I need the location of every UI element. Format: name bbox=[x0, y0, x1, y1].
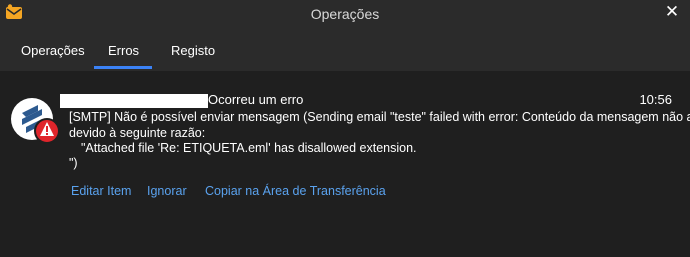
redacted-sender bbox=[60, 94, 208, 108]
window-title: Operações bbox=[310, 6, 380, 22]
title-bar: Operações ✕ bbox=[0, 0, 690, 30]
active-tab-indicator bbox=[94, 66, 152, 69]
ignore-link[interactable]: Ignorar bbox=[147, 184, 187, 198]
tab-operacoes[interactable]: Operações bbox=[21, 43, 85, 58]
error-panel: Ocorreu um erro 10:56 [SMTP] Não é possí… bbox=[0, 71, 690, 257]
tab-bar: Operações Erros Registo bbox=[0, 30, 690, 71]
edit-item-link[interactable]: Editar Item bbox=[71, 184, 131, 198]
error-message-line: [SMTP] Não é possível enviar mensagem (S… bbox=[69, 110, 690, 124]
error-message-line: "Attached file 'Re: ETIQUETA.eml' has di… bbox=[81, 141, 417, 155]
tab-erros[interactable]: Erros bbox=[108, 43, 139, 58]
error-message-line: devido à seguinte razão: bbox=[69, 126, 206, 140]
close-button[interactable]: ✕ bbox=[662, 2, 682, 22]
error-title: Ocorreu um erro bbox=[208, 92, 304, 107]
copy-to-clipboard-link[interactable]: Copiar na Área de Transferência bbox=[205, 184, 386, 198]
error-timestamp: 10:56 bbox=[639, 92, 672, 107]
error-message-line: ") bbox=[69, 156, 78, 170]
tab-registo[interactable]: Registo bbox=[171, 43, 215, 58]
error-warning-icon bbox=[11, 98, 60, 144]
